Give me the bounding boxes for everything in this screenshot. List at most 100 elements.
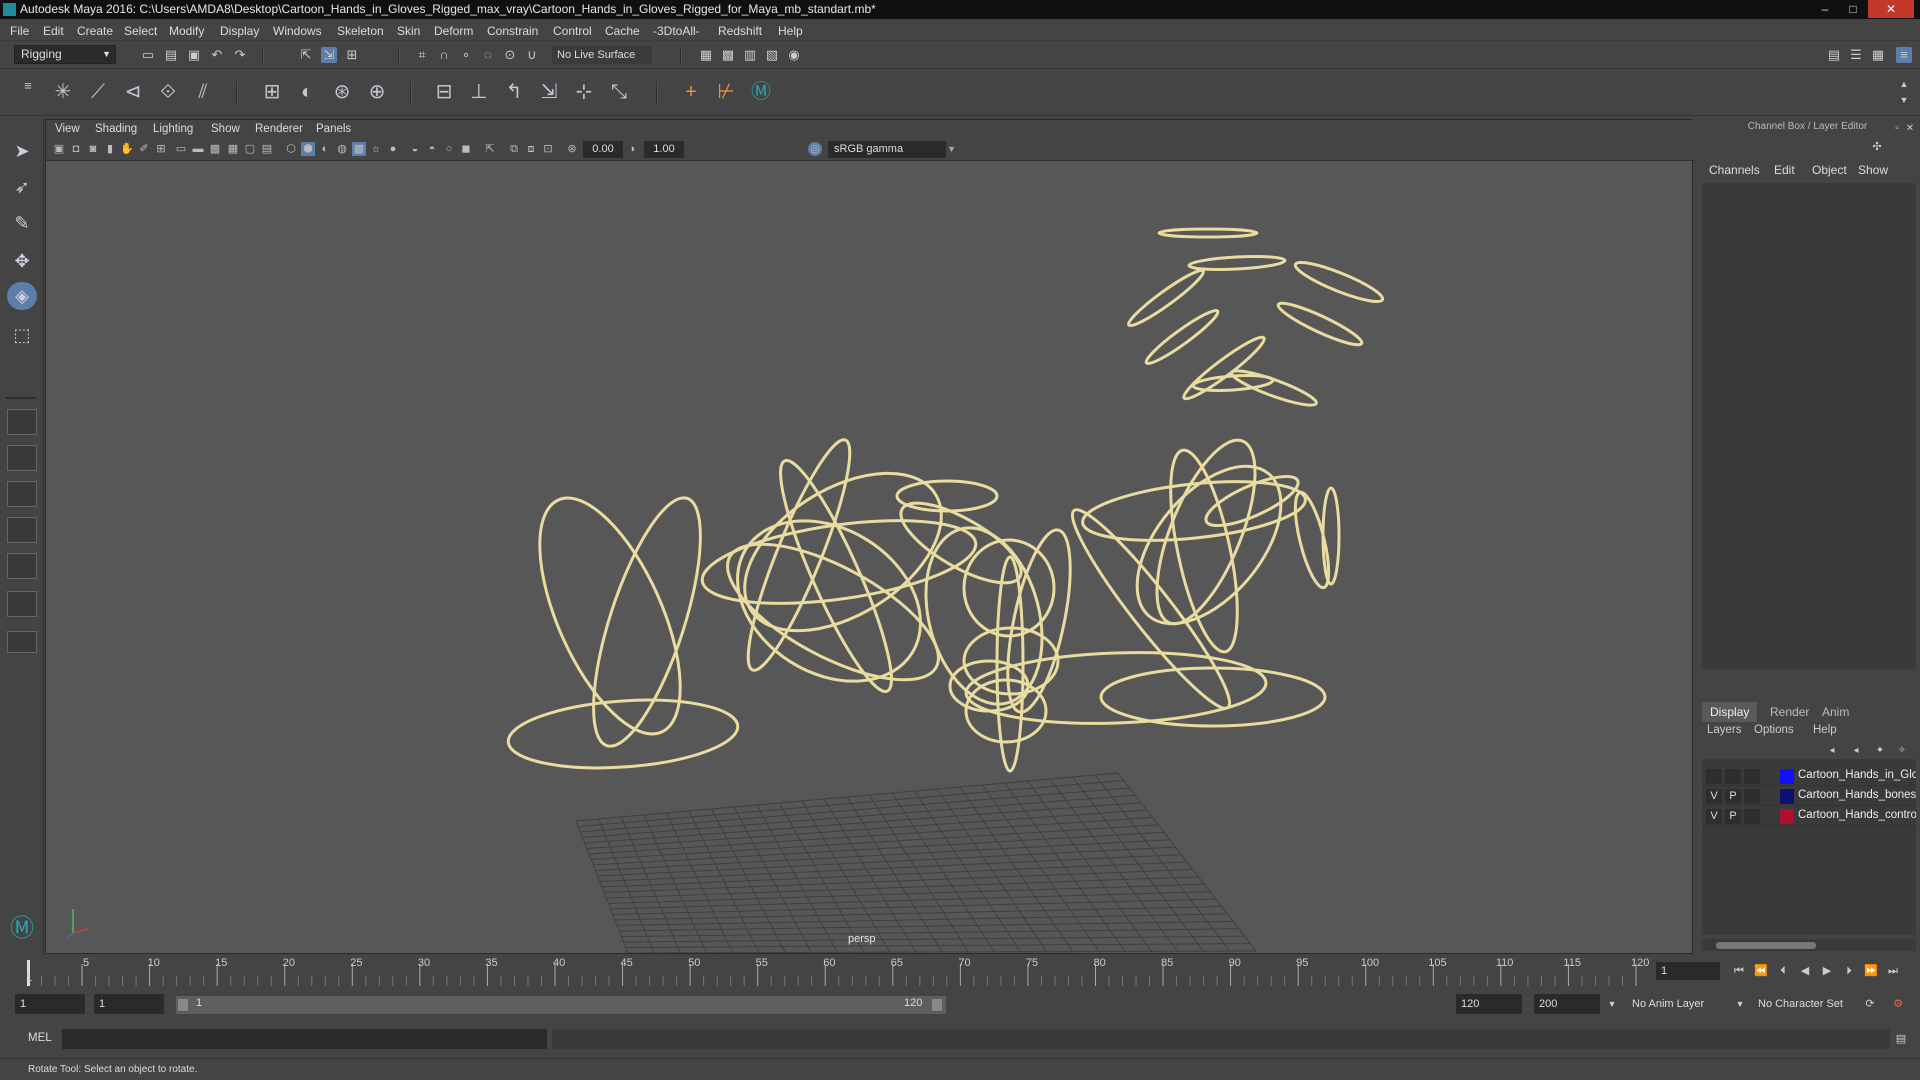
menu-control[interactable]: Control [553, 24, 592, 38]
nurbs-control-curve[interactable] [1179, 332, 1268, 405]
nurbs-control-curve[interactable] [895, 479, 999, 513]
image-plane-icon[interactable]: ▮ [103, 142, 117, 156]
play-forwards-icon[interactable]: ▶ [1819, 963, 1835, 979]
menu-constrain[interactable]: Constrain [487, 24, 538, 38]
menu-select[interactable]: Select [124, 24, 157, 38]
layer-playback-toggle[interactable]: P [1725, 789, 1741, 804]
camera-attributes-icon[interactable]: ◘ [69, 142, 83, 156]
layer-playback-toggle[interactable]: P [1725, 809, 1741, 824]
tab-display[interactable]: Display [1702, 702, 1758, 722]
snap-point-icon[interactable]: ∘ [458, 47, 474, 63]
safe-action-icon[interactable]: ▢ [243, 142, 257, 156]
snap-grid-icon[interactable]: ⌗ [414, 47, 430, 63]
live-surface-field[interactable]: No Live Surface [552, 46, 652, 64]
snap-view-plane-icon[interactable]: ◌ [480, 47, 496, 63]
chevron-down-icon[interactable]: ▼ [1732, 996, 1748, 1012]
ik-spline-icon[interactable]: ⊲ [119, 78, 147, 106]
go-to-end-icon[interactable]: ⏭ [1885, 963, 1901, 979]
film-gate-icon[interactable]: ▭ [174, 142, 188, 156]
move-layer-down-icon[interactable]: ◂ [1848, 743, 1864, 759]
channel-box-icon[interactable]: ✣ [1869, 139, 1885, 155]
bind-skin-icon[interactable]: ⊞ [258, 78, 286, 106]
view-transform-select[interactable]: sRGB gamma ▼ [828, 141, 956, 158]
lattice-icon[interactable]: ⊛ [328, 78, 356, 106]
grid-toggle-icon[interactable]: ⊞ [154, 142, 168, 156]
nurbs-control-curve[interactable] [1275, 297, 1365, 350]
menu-file[interactable]: File [10, 24, 29, 38]
cb-menu-object[interactable]: Object [1812, 163, 1847, 177]
panel-menu-lighting[interactable]: Lighting [153, 123, 193, 135]
new-scene-icon[interactable]: ▭ [140, 47, 156, 63]
maya-3dtoall-icon[interactable]: Ⓜ [747, 78, 775, 106]
ambient-occlusion-icon[interactable]: ◒ [408, 142, 422, 156]
panel-menu-show[interactable]: Show [211, 123, 240, 135]
xray-active-icon[interactable]: ⧈ [524, 142, 538, 156]
menu-3dtoall[interactable]: -3DtoAll- [653, 24, 700, 38]
scene-canvas[interactable] [46, 161, 1692, 953]
gate-mask-icon[interactable]: ▩ [208, 142, 222, 156]
snap-curve-icon[interactable]: ∩ [436, 47, 452, 63]
range-start-handle[interactable] [178, 999, 188, 1011]
nurbs-control-curve[interactable] [1137, 428, 1275, 636]
nurbs-control-curve[interactable] [1321, 486, 1341, 586]
bookmark-icon[interactable]: ◙ [86, 142, 100, 156]
tab-render[interactable]: Render [1762, 702, 1817, 722]
nurbs-control-curve[interactable] [1289, 490, 1336, 591]
go-to-start-icon[interactable]: ⏮ [1731, 963, 1747, 979]
anti-alias-icon[interactable]: ○ [442, 142, 456, 156]
layer-row[interactable]: V P Cartoon_Hands_controllers [1702, 807, 1916, 826]
paint-weights-icon[interactable]: ◐ [293, 78, 321, 106]
undo-icon[interactable]: ↶ [209, 47, 225, 63]
command-input[interactable] [62, 1029, 547, 1049]
control-curves[interactable] [506, 227, 1386, 775]
layout-two-pane[interactable] [7, 481, 37, 507]
shelf-scroll-down-icon[interactable]: ▼ [1896, 92, 1912, 108]
nurbs-control-curve[interactable] [1292, 256, 1386, 308]
select-hierarchy-icon[interactable]: ⇱ [298, 47, 314, 63]
field-chart-icon[interactable]: ▦ [226, 142, 240, 156]
render-view-icon[interactable]: ▦ [698, 47, 714, 63]
step-forward-key-icon[interactable]: ⏩ [1863, 963, 1879, 979]
menu-deform[interactable]: Deform [434, 24, 473, 38]
layout-more-button[interactable] [7, 631, 37, 653]
layout-four-pane[interactable] [7, 445, 37, 471]
panel-menu-panels[interactable]: Panels [316, 123, 351, 135]
close-panel-icon[interactable]: ✕ [1904, 121, 1916, 137]
select-tool-icon[interactable]: ➤ [7, 137, 37, 165]
hypershade-icon[interactable]: ◉ [786, 47, 802, 63]
parent-constraint-icon[interactable]: ⊟ [430, 78, 458, 106]
layer-horizontal-scrollbar[interactable] [1702, 939, 1916, 951]
layout-graph-pane[interactable] [7, 553, 37, 579]
menu-display[interactable]: Display [220, 24, 259, 38]
le-menu-options[interactable]: Options [1754, 724, 1794, 736]
rotate-tool-icon[interactable]: ◈ [7, 282, 37, 310]
menu-redshift[interactable]: Redshift [718, 24, 762, 38]
mirror-joint-icon[interactable]: ⟐ [154, 78, 182, 106]
panel-menu-view[interactable]: View [55, 123, 80, 135]
ipr-render-icon[interactable]: ▥ [742, 47, 758, 63]
render-settings-icon[interactable]: ▧ [764, 47, 780, 63]
nurbs-control-curve[interactable] [572, 487, 723, 757]
modeling-toolkit-icon[interactable]: ▤ [1826, 47, 1842, 63]
move-tool-icon[interactable]: ✥ [7, 247, 37, 275]
step-back-key-icon[interactable]: ⏪ [1753, 963, 1769, 979]
exposure-field[interactable]: 0.00 [583, 141, 623, 158]
layer-visibility-toggle[interactable]: V [1706, 809, 1722, 824]
layout-outliner-pane[interactable] [7, 517, 37, 543]
chevron-down-icon[interactable]: ▼ [1604, 996, 1620, 1012]
joint-tool-icon[interactable]: ✳ [49, 78, 77, 106]
tool-settings-icon[interactable]: ▦ [1870, 47, 1886, 63]
motion-blur-icon[interactable]: ◓ [425, 142, 439, 156]
exposure-icon[interactable]: ⊛ [565, 142, 579, 156]
le-menu-help[interactable]: Help [1813, 724, 1837, 736]
channel-box-area[interactable] [1702, 183, 1916, 669]
auto-key-icon[interactable]: ⟳ [1862, 996, 1878, 1012]
snap-live-icon[interactable]: ⊙ [502, 47, 518, 63]
layer-display-type-toggle[interactable] [1744, 769, 1760, 784]
gamma-icon[interactable]: ◗ [626, 142, 640, 156]
animation-end-field[interactable]: 200 [1534, 994, 1600, 1014]
maximize-button[interactable]: □ [1840, 0, 1866, 18]
move-layer-up-icon[interactable]: ◂ [1824, 743, 1840, 759]
menu-edit[interactable]: Edit [43, 24, 64, 38]
anim-layer-select[interactable]: No Anim Layer [1626, 994, 1736, 1014]
